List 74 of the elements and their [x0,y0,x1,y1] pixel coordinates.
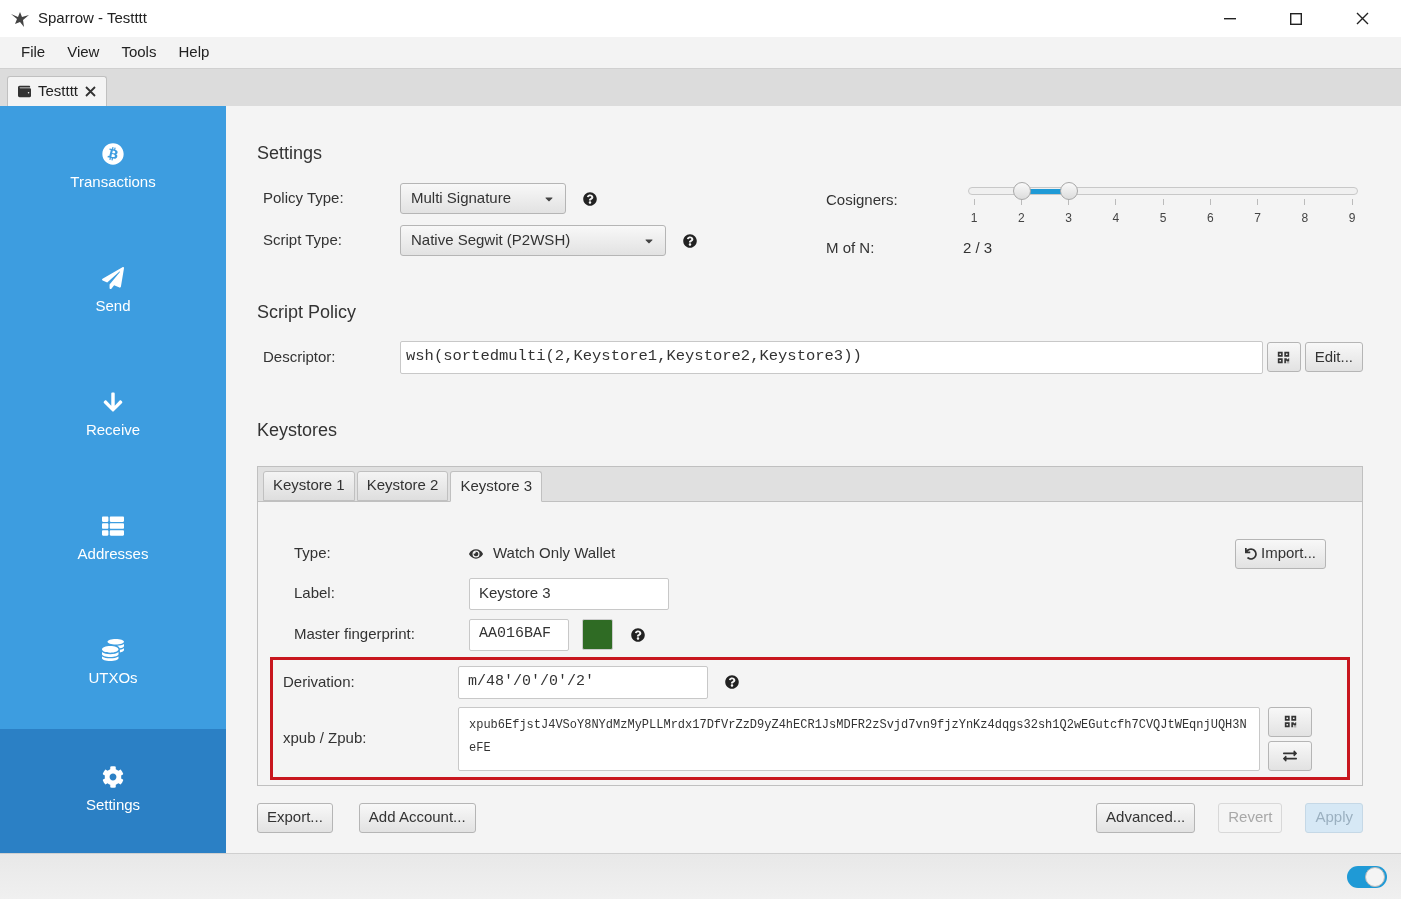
window-title: Sparrow - Testttt [38,8,147,29]
dropdown[interactable]: Multi Signature [400,183,566,214]
eye-icon [469,546,483,561]
keystore-tab[interactable]: Keystore 3 [450,470,543,502]
qr-code-button[interactable] [1268,706,1312,737]
edit-button[interactable]: Edit... [1304,342,1363,372]
field-label: xpub / Zpub: [283,728,368,749]
field-label: Label: [294,583,336,604]
close-icon [1355,12,1369,25]
tick-label: 5 [1159,210,1167,227]
addresses-icon [102,514,124,537]
section-title: Keystores [257,418,339,442]
menu-item[interactable]: View [56,41,111,64]
menu-item[interactable]: Tools [110,41,168,64]
sidebar-item[interactable]: Settings [0,729,226,853]
field-label: Type: [294,543,332,564]
minimize-icon [1224,17,1236,20]
identicon-drawing [582,619,613,650]
bitcoin-icon [102,142,124,165]
footer-button[interactable]: Export... [257,802,333,833]
tick-label: 8 [1301,210,1309,227]
document-tab[interactable]: Testttt [7,76,107,106]
tab-label: Testttt [38,81,78,102]
fingerprint-field[interactable]: AA016BAF [469,618,569,651]
tick-label: 7 [1254,210,1261,227]
field-label: Derivation: [283,671,356,692]
field-label: Descriptor: [263,346,337,367]
import-button[interactable]: Import... [1235,538,1326,569]
tick-label: 1 [970,210,978,227]
xpub-field[interactable]: xpub6EfjstJ4VSoY8NYdMzMyPLLMrdx17DfVrZzD9yZ4hECR1JsMDFR2zSvjd7vn9fjzYnKz4dqgs32sh1Q2wEGutcfh7CVQJtWEqnjUQH3NeFE [458,706,1260,771]
type-value: Watch Only Wallet [493,543,616,564]
descriptor-field[interactable]: wsh(sortedmulti(2,Keystore1,Keystore2,Keystore3)) [400,340,1263,374]
footer-button[interactable]: Add Account... [358,802,476,833]
qr-code-icon [1277,350,1291,364]
footer-button[interactable]: Advanced... [1096,802,1196,833]
slider-thumb[interactable] [1012,182,1031,200]
settings-icon [102,765,124,788]
tick-label: 2 [1017,210,1025,227]
qr-code-button[interactable] [1266,342,1301,372]
section-title: Script Policy [257,300,358,324]
undo-icon [1245,547,1257,560]
toggle-switch[interactable] [1347,865,1387,888]
help-icon [683,233,697,248]
qr-code-icon [1283,715,1297,728]
m-of-n-value: 2 / 3 [963,238,993,258]
section-title: Settings [257,142,324,165]
receive-icon [102,390,124,413]
slider-thumb[interactable] [1059,182,1078,200]
keystore-tab[interactable]: Keystore 2 [356,470,449,501]
help-icon [725,675,739,689]
tick-label: 6 [1206,210,1214,227]
field-label: Policy Type: [263,188,345,209]
swap-button[interactable] [1268,740,1312,771]
keystore-tab[interactable]: Keystore 1 [263,470,355,501]
field-label: Master fingerprint: [294,624,416,645]
tick-label: 9 [1348,210,1356,227]
close-icon[interactable] [85,86,96,97]
help-icon [631,627,645,642]
tick-label: 3 [1065,210,1072,227]
dropdown[interactable]: Native Segwit (P2WSH) [400,225,666,256]
utxos-icon [102,638,124,661]
help-icon [583,191,597,206]
field-label: M of N: [826,238,876,258]
menu-item[interactable]: File [10,41,57,64]
wallet-icon [18,85,31,98]
label-field[interactable]: Keystore 3 [469,577,669,610]
menu-item[interactable]: Help [167,41,221,64]
swap-icon [1283,748,1297,763]
field-label: Script Type: [263,230,343,251]
tick-label: 4 [1112,210,1120,227]
derivation-field[interactable]: m/48'/0'/0'/2' [458,665,708,699]
field-label: Cosigners: [826,190,899,210]
send-icon [102,266,124,289]
maximize-icon [1290,12,1302,25]
